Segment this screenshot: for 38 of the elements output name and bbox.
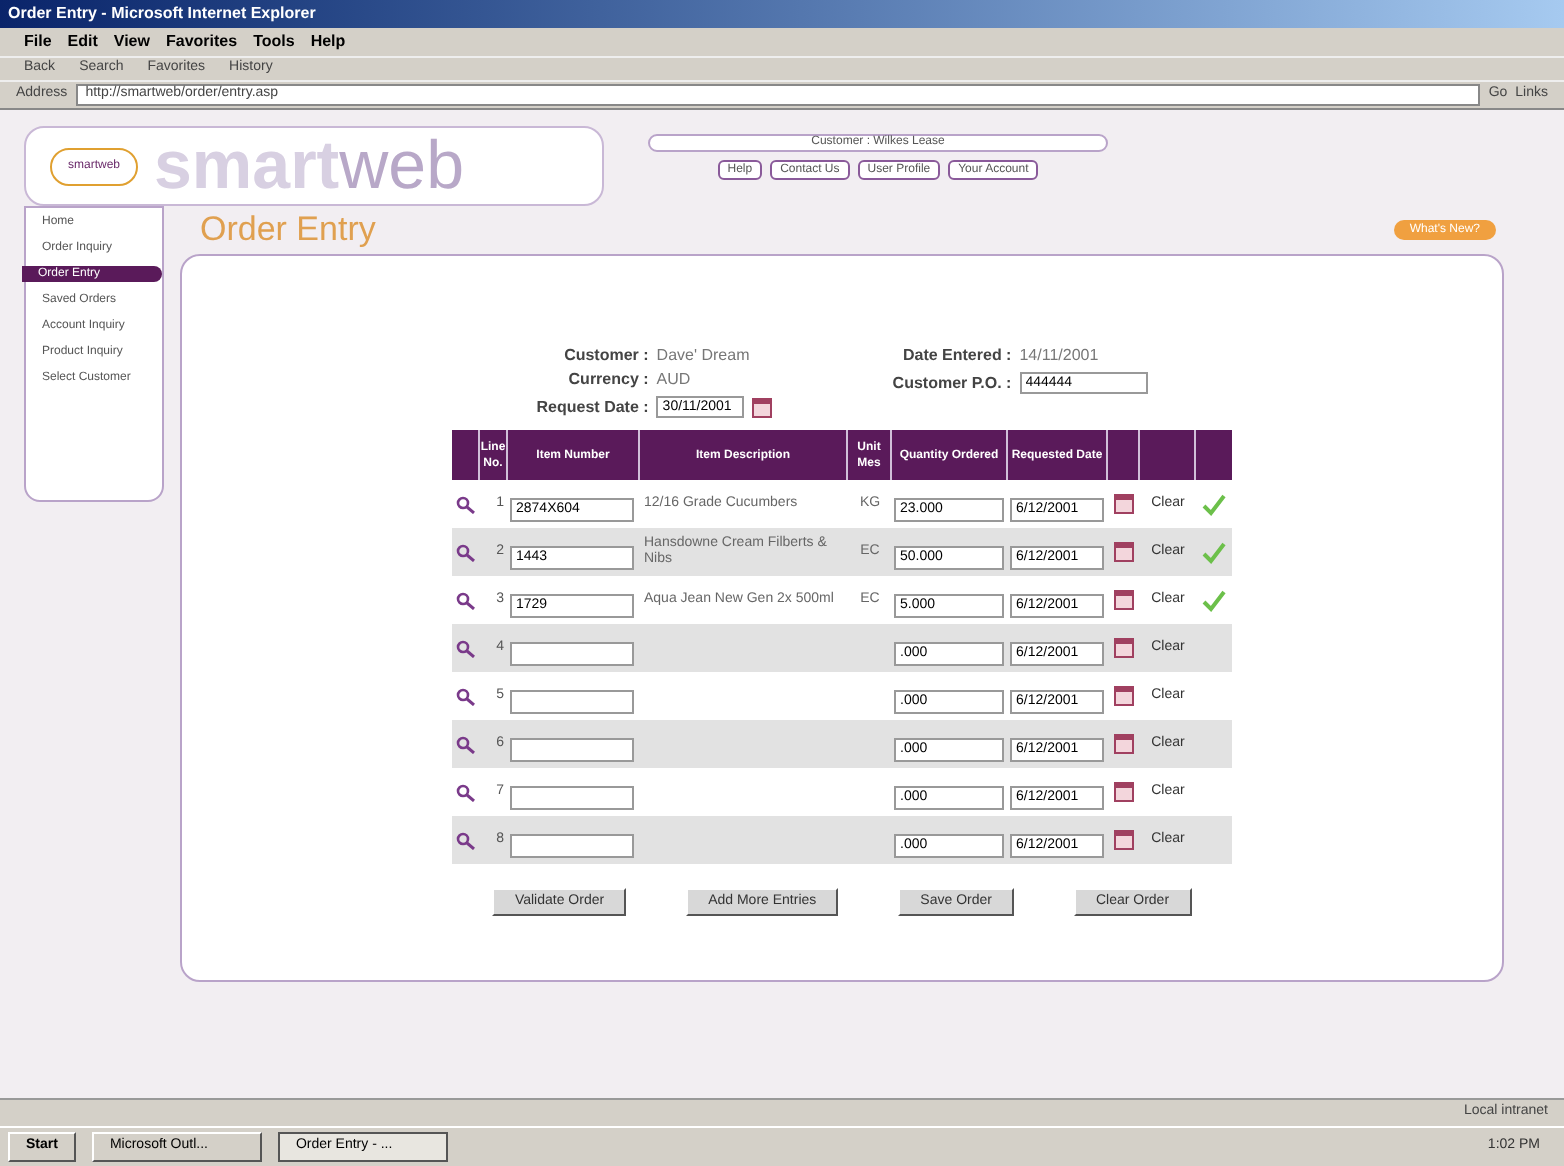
calendar-icon[interactable] bbox=[1114, 494, 1134, 514]
search-icon[interactable] bbox=[456, 495, 476, 513]
search-icon[interactable] bbox=[456, 783, 476, 801]
customer-po-label: Customer P.O. : bbox=[892, 375, 1012, 391]
customer-label: Customer : bbox=[562, 348, 649, 364]
request-date-label: Request Date : bbox=[536, 399, 649, 415]
item-number-field[interactable] bbox=[510, 737, 634, 761]
calendar-icon[interactable] bbox=[1114, 782, 1134, 802]
search-icon[interactable] bbox=[456, 687, 476, 705]
menu-item[interactable]: Tools bbox=[253, 30, 295, 54]
menu-item[interactable]: Help bbox=[310, 30, 346, 54]
date-entered-value: 14/11/2001 bbox=[1019, 348, 1101, 364]
item-number-field[interactable] bbox=[510, 833, 634, 857]
menu-item[interactable]: File bbox=[24, 30, 52, 54]
item-number-field[interactable] bbox=[510, 785, 634, 809]
calendar-icon[interactable] bbox=[1114, 686, 1134, 706]
item-number-field[interactable] bbox=[510, 689, 634, 713]
calendar-icon[interactable] bbox=[1114, 638, 1134, 658]
page-title: Order Entry bbox=[200, 208, 376, 253]
calendar-icon[interactable] bbox=[1114, 734, 1134, 754]
search-icon[interactable] bbox=[456, 639, 476, 657]
search-icon[interactable] bbox=[456, 735, 476, 753]
search-icon[interactable] bbox=[456, 831, 476, 849]
search-icon[interactable] bbox=[456, 543, 476, 561]
window-title: Order Entry - Microsoft Internet Explorer bbox=[8, 2, 316, 26]
customer-value: Dave' Dream bbox=[656, 348, 752, 364]
currency-value: AUD bbox=[656, 372, 693, 388]
menu-item[interactable]: Favorites bbox=[165, 30, 238, 54]
date-entered-label: Date Entered : bbox=[900, 348, 1012, 364]
calendar-icon[interactable] bbox=[1114, 830, 1134, 850]
item-number-field[interactable] bbox=[510, 641, 634, 665]
search-icon[interactable] bbox=[456, 591, 476, 609]
currency-label: Currency : bbox=[566, 372, 649, 388]
calendar-icon[interactable] bbox=[752, 397, 773, 417]
calendar-icon[interactable] bbox=[1114, 590, 1134, 610]
menu-item[interactable]: Edit bbox=[67, 30, 98, 54]
calendar-icon[interactable] bbox=[1114, 542, 1134, 562]
menu-item[interactable]: View bbox=[113, 30, 150, 54]
